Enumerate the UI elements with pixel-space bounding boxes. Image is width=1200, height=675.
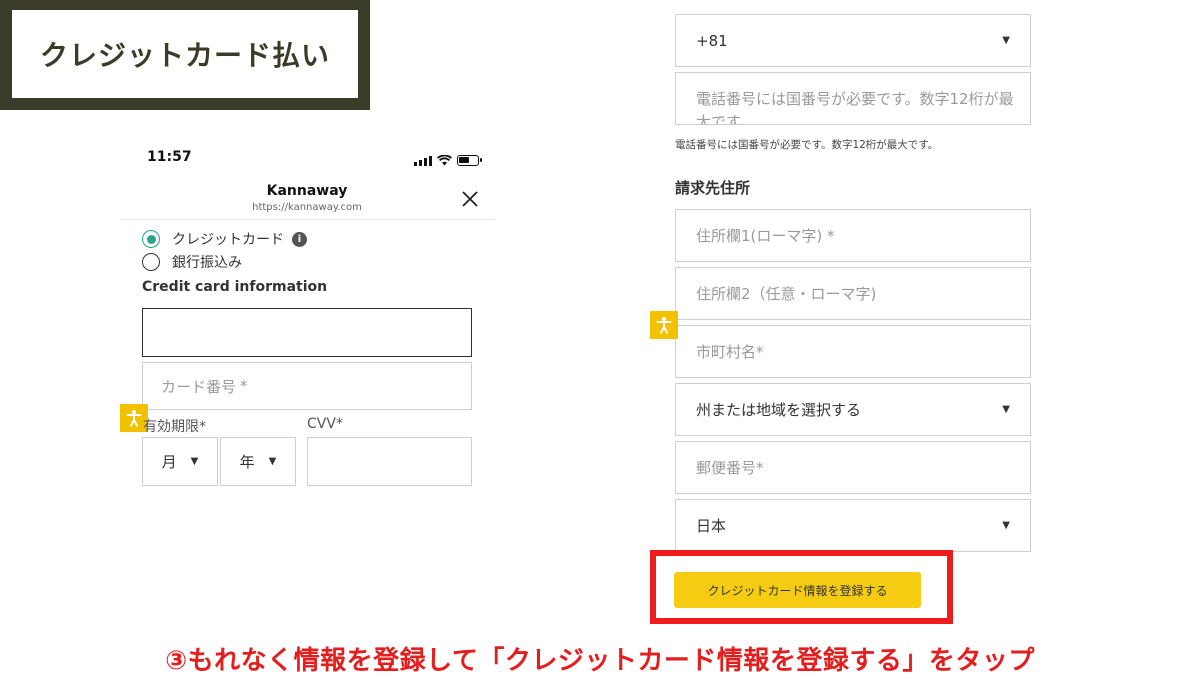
- month-select[interactable]: 月 ▼: [142, 437, 218, 486]
- address-line1-input[interactable]: 住所欄1(ローマ字) *: [675, 209, 1031, 262]
- site-name: Kannaway: [266, 183, 348, 199]
- address-line2-placeholder: 住所欄2（任意・ローマ字): [696, 285, 877, 303]
- chevron-down-icon: ▼: [1002, 404, 1010, 415]
- battery-icon: [457, 155, 482, 166]
- state-select-value: 州または地域を選択する: [696, 401, 862, 419]
- country-code-select[interactable]: +81 ▼: [675, 14, 1031, 67]
- payment-option-label: 銀行振込み: [172, 255, 242, 271]
- required-mark: *: [756, 459, 764, 477]
- instruction-caption: ③もれなく情報を登録して「クレジットカード情報を登録する」をタップ: [165, 646, 1035, 675]
- required-mark: *: [199, 419, 206, 435]
- payment-option-credit-card[interactable]: クレジットカード i: [142, 229, 307, 249]
- phone-help-text: 電話番号には国番号が必要です。数字12桁が最大です。: [675, 139, 939, 151]
- city-input[interactable]: 市町村名*: [675, 325, 1031, 378]
- expiry-label-text: 有効期限: [143, 419, 199, 435]
- accessibility-icon[interactable]: [650, 311, 678, 339]
- postal-placeholder: 郵便番号*: [676, 457, 1030, 478]
- chevron-down-icon: ▼: [190, 456, 199, 467]
- title-box: クレジットカード払い: [0, 0, 370, 110]
- chevron-down-icon: ▼: [1002, 520, 1010, 531]
- address-line1-placeholder: 住所欄1(ローマ字) *: [676, 225, 1030, 246]
- close-icon[interactable]: [461, 190, 479, 208]
- chevron-down-icon: ▼: [268, 456, 277, 467]
- wifi-icon: [437, 151, 452, 170]
- register-card-button[interactable]: クレジットカード情報を登録する: [674, 572, 921, 608]
- phone-input[interactable]: 電話番号には国番号が必要です。数字12桁が最大です。: [675, 72, 1031, 125]
- postal-code-input[interactable]: 郵便番号*: [675, 441, 1031, 494]
- year-select-value: 年: [239, 453, 255, 471]
- address-line1-text: 住所欄1(ローマ字): [696, 227, 823, 245]
- payment-option-label: クレジットカード: [172, 232, 284, 248]
- cardholder-input[interactable]: [142, 308, 472, 357]
- radio-selected-icon[interactable]: [142, 230, 160, 248]
- country-select-value: 日本: [696, 517, 727, 535]
- address-line2-input[interactable]: 住所欄2（任意・ローマ字): [675, 267, 1031, 320]
- required-mark: *: [756, 343, 764, 361]
- status-icons: [414, 151, 482, 170]
- month-select-value: 月: [161, 453, 177, 471]
- expiry-label: 有効期限*: [143, 416, 206, 436]
- credit-card-heading: Credit card information: [142, 279, 328, 295]
- radio-unselected-icon[interactable]: [142, 253, 160, 271]
- required-mark: *: [827, 227, 835, 245]
- city-text: 市町村名: [696, 343, 757, 361]
- required-mark: *: [335, 416, 343, 432]
- state-select[interactable]: 州または地域を選択する ▼: [675, 383, 1031, 436]
- page-title: クレジットカード払い: [12, 10, 358, 98]
- cvv-input[interactable]: [307, 437, 472, 486]
- status-time: 11:57: [147, 149, 192, 165]
- cvv-label: CVV*: [307, 416, 343, 432]
- required-mark: *: [240, 377, 248, 395]
- postal-text: 郵便番号: [696, 459, 757, 477]
- card-number-placeholder: カード番号: [161, 377, 237, 396]
- info-icon[interactable]: i: [292, 231, 307, 247]
- city-placeholder: 市町村名*: [676, 341, 1030, 362]
- cvv-label-text: CVV: [307, 416, 336, 432]
- card-number-input[interactable]: カード番号 *: [142, 362, 472, 410]
- country-select[interactable]: 日本 ▼: [675, 499, 1031, 552]
- chevron-down-icon: ▼: [1002, 35, 1010, 46]
- billing-address-heading: 請求先住所: [675, 179, 751, 197]
- payment-option-bank-transfer[interactable]: 銀行振込み: [142, 252, 242, 272]
- signal-icon: [414, 155, 432, 166]
- site-url: https://kannaway.com: [252, 202, 362, 213]
- phone-placeholder: 電話番号には国番号が必要です。数字12桁が最大です。: [696, 90, 1014, 125]
- header-divider: [120, 219, 495, 220]
- year-select[interactable]: 年 ▼: [220, 437, 296, 486]
- country-code-value: +81: [696, 31, 728, 50]
